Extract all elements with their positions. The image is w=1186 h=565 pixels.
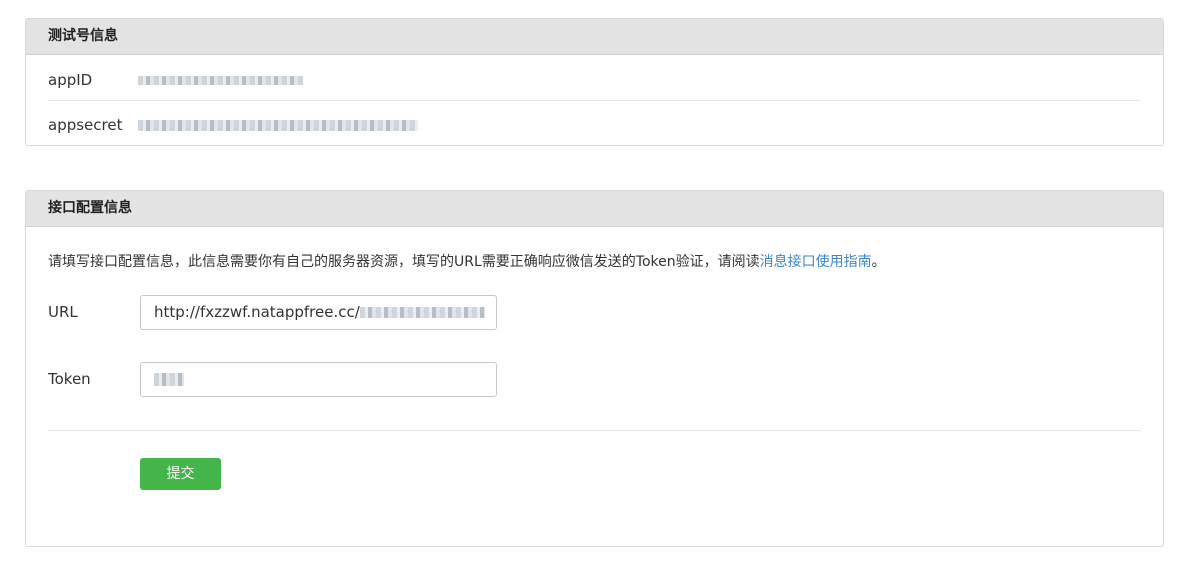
appid-value-masked [138, 71, 303, 89]
interface-config-title: 接口配置信息 [26, 191, 1163, 227]
appsecret-row: appsecret [48, 116, 1141, 140]
url-input-value: http://fxzzwf.natappfree.cc/ [154, 303, 360, 321]
token-masked-value [154, 373, 184, 386]
appsecret-value-masked [138, 116, 418, 134]
token-input[interactable] [140, 362, 497, 397]
token-label: Token [48, 370, 91, 388]
appid-label: appID [48, 71, 93, 89]
account-info-panel: 测试号信息 appID appsecret [25, 18, 1164, 146]
account-info-title: 测试号信息 [26, 19, 1163, 55]
url-label: URL [48, 303, 78, 321]
url-masked-part [359, 307, 485, 318]
config-intro-end: 。 [871, 254, 886, 270]
message-api-guide-link[interactable]: 消息接口使用指南 [760, 254, 872, 270]
interface-config-panel: 接口配置信息 请填写接口配置信息，此信息需要你有自己的服务器资源，填写的URL需… [25, 190, 1164, 547]
config-intro: 请填写接口配置信息，此信息需要你有自己的服务器资源，填写的URL需要正确响应微信… [48, 251, 886, 271]
form-divider [48, 430, 1141, 431]
config-intro-text: 请填写接口配置信息，此信息需要你有自己的服务器资源，填写的URL需要正确响应微信… [48, 254, 760, 270]
url-input[interactable]: http://fxzzwf.natappfree.cc/ [140, 295, 497, 330]
submit-button[interactable]: 提交 [140, 458, 221, 490]
appsecret-label: appsecret [48, 116, 123, 134]
appid-row: appID [48, 71, 1141, 101]
